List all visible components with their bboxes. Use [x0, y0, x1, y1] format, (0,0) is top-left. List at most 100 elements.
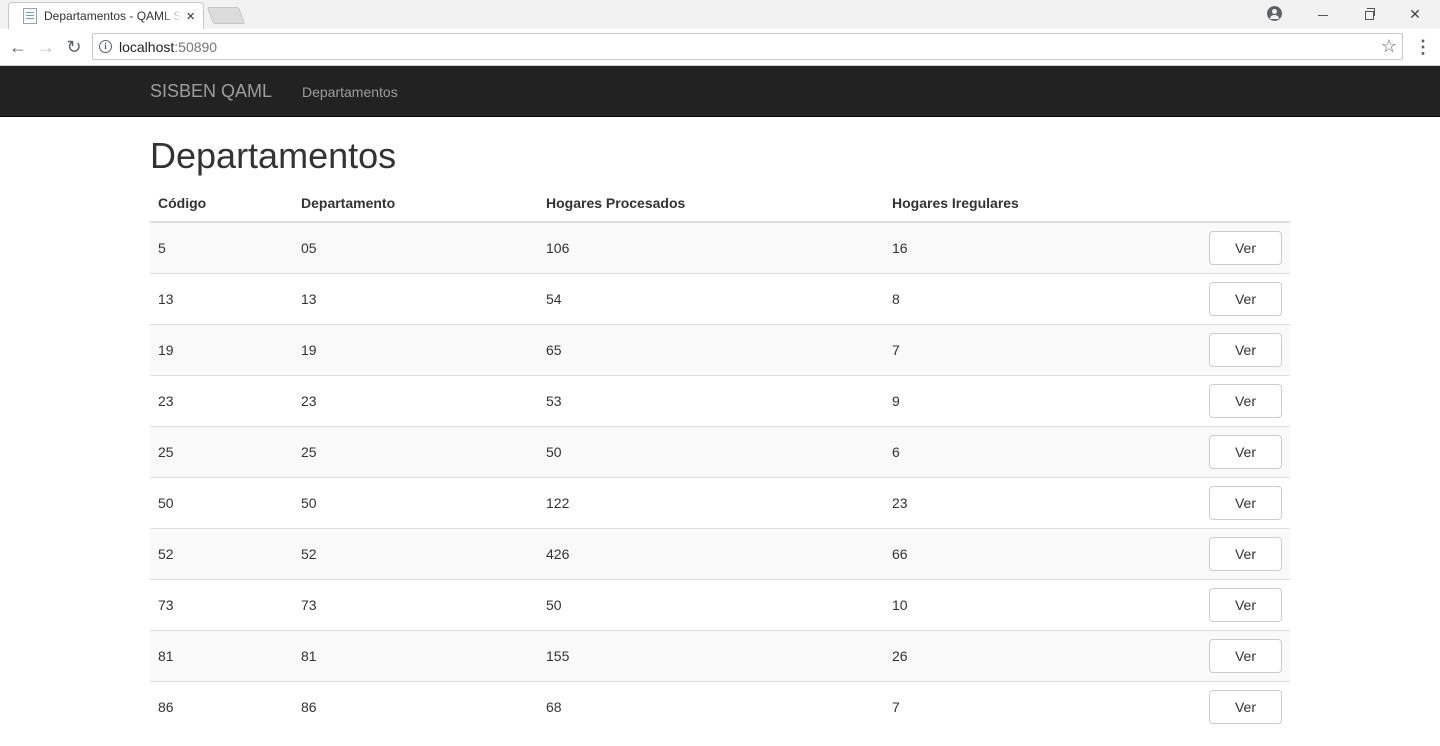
cell-irregulares: 16: [884, 221, 1190, 273]
cell-procesados: 122: [538, 476, 884, 528]
ver-button[interactable]: Ver: [1209, 230, 1282, 265]
page-favicon-icon: [23, 8, 37, 24]
profile-icon[interactable]: [1267, 6, 1282, 21]
ver-button[interactable]: Ver: [1209, 434, 1282, 469]
cell-procesados: 106: [538, 221, 884, 273]
cell-codigo: 81: [150, 629, 293, 681]
cell-action: Ver: [1190, 374, 1290, 426]
cell-departamento: 13: [293, 272, 538, 324]
table-row: 86 86 68 7 Ver: [150, 680, 1290, 732]
ver-button[interactable]: Ver: [1209, 281, 1282, 316]
restore-button[interactable]: [1346, 2, 1392, 26]
cell-irregulares: 10: [884, 578, 1190, 630]
close-tab-icon[interactable]: ×: [186, 9, 195, 24]
table-row: 52 52 426 66 Ver: [150, 527, 1290, 579]
back-arrow-icon[interactable]: ←: [8, 37, 28, 57]
cell-departamento: 73: [293, 578, 538, 630]
cell-action: Ver: [1190, 323, 1290, 375]
forward-arrow-icon[interactable]: →: [36, 37, 56, 57]
cell-departamento: 50: [293, 476, 538, 528]
table-row: 13 13 54 8 Ver: [150, 272, 1290, 324]
cell-procesados: 68: [538, 680, 884, 732]
restore-icon: [1364, 7, 1375, 20]
cell-irregulares: 8: [884, 272, 1190, 324]
url-text[interactable]: localhost:50890: [119, 39, 217, 55]
cell-codigo: 50: [150, 476, 293, 528]
browser-tabstrip: Departamentos - QAML Sisben × ✕: [0, 0, 1440, 29]
info-icon[interactable]: i: [99, 40, 112, 53]
cell-codigo: 52: [150, 527, 293, 579]
cell-procesados: 50: [538, 425, 884, 477]
nav-link-departamentos[interactable]: Departamentos: [302, 82, 398, 102]
new-tab-button[interactable]: [206, 7, 246, 24]
minimize-button[interactable]: [1300, 2, 1346, 26]
table-row: 19 19 65 7 Ver: [150, 323, 1290, 375]
star-icon[interactable]: ☆: [1381, 36, 1397, 57]
cell-action: Ver: [1190, 680, 1290, 732]
cell-action: Ver: [1190, 221, 1290, 273]
cell-codigo: 23: [150, 374, 293, 426]
browser-toolbar: ← → ↻ i localhost:50890 ☆ ⋮: [0, 29, 1440, 66]
address-bar[interactable]: i localhost:50890 ☆: [92, 33, 1403, 60]
cell-procesados: 426: [538, 527, 884, 579]
cell-action: Ver: [1190, 272, 1290, 324]
url-port: :50890: [174, 39, 218, 55]
close-window-button[interactable]: ✕: [1392, 2, 1438, 26]
cell-codigo: 73: [150, 578, 293, 630]
ver-button[interactable]: Ver: [1209, 485, 1282, 520]
cell-irregulares: 7: [884, 680, 1190, 732]
cell-codigo: 5: [150, 221, 293, 273]
page-title: Departamentos: [150, 135, 397, 176]
cell-action: Ver: [1190, 578, 1290, 630]
cell-action: Ver: [1190, 629, 1290, 681]
browser-tab[interactable]: Departamentos - QAML Sisben ×: [8, 2, 204, 29]
minimize-icon: [1318, 14, 1328, 16]
url-host: localhost: [119, 39, 175, 55]
ver-button[interactable]: Ver: [1209, 587, 1282, 622]
site-navbar: SISBEN QAML Departamentos: [0, 66, 1440, 117]
cell-irregulares: 9: [884, 374, 1190, 426]
cell-codigo: 19: [150, 323, 293, 375]
departamentos-table: Código Departamento Hogares Procesados H…: [150, 184, 1290, 732]
reload-icon[interactable]: ↻: [64, 37, 84, 57]
table-row: 25 25 50 6 Ver: [150, 425, 1290, 477]
table-row: 50 50 122 23 Ver: [150, 476, 1290, 528]
ver-button[interactable]: Ver: [1209, 638, 1282, 673]
table-row: 5 05 106 16 Ver: [150, 221, 1290, 273]
cell-procesados: 65: [538, 323, 884, 375]
close-window-icon: ✕: [1409, 6, 1421, 22]
ver-button[interactable]: Ver: [1209, 536, 1282, 571]
table-row: 81 81 155 26 Ver: [150, 629, 1290, 681]
cell-codigo: 25: [150, 425, 293, 477]
ver-button[interactable]: Ver: [1209, 332, 1282, 367]
ver-button[interactable]: Ver: [1209, 383, 1282, 418]
cell-departamento: 25: [293, 425, 538, 477]
cell-action: Ver: [1190, 476, 1290, 528]
header-codigo: Código: [150, 184, 293, 223]
cell-codigo: 86: [150, 680, 293, 732]
cell-procesados: 155: [538, 629, 884, 681]
cell-action: Ver: [1190, 425, 1290, 477]
ver-button[interactable]: Ver: [1209, 689, 1282, 724]
table-row: 73 73 50 10 Ver: [150, 578, 1290, 630]
tab-title: Departamentos - QAML Sisben: [44, 9, 182, 23]
menu-icon[interactable]: ⋮: [1414, 37, 1432, 57]
cell-irregulares: 26: [884, 629, 1190, 681]
cell-departamento: 23: [293, 374, 538, 426]
cell-codigo: 13: [150, 272, 293, 324]
header-hogares-iregulares: Hogares Iregulares: [884, 184, 1190, 223]
cell-irregulares: 7: [884, 323, 1190, 375]
cell-action: Ver: [1190, 527, 1290, 579]
table-header-row: Código Departamento Hogares Procesados H…: [150, 184, 1290, 223]
header-departamento: Departamento: [293, 184, 538, 223]
header-actions: [1190, 184, 1290, 223]
cell-irregulares: 6: [884, 425, 1190, 477]
table-row: 23 23 53 9 Ver: [150, 374, 1290, 426]
header-hogares-procesados: Hogares Procesados: [538, 184, 884, 223]
cell-irregulares: 66: [884, 527, 1190, 579]
cell-departamento: 86: [293, 680, 538, 732]
brand-link[interactable]: SISBEN QAML: [150, 80, 272, 102]
cell-departamento: 81: [293, 629, 538, 681]
cell-departamento: 19: [293, 323, 538, 375]
cell-departamento: 52: [293, 527, 538, 579]
